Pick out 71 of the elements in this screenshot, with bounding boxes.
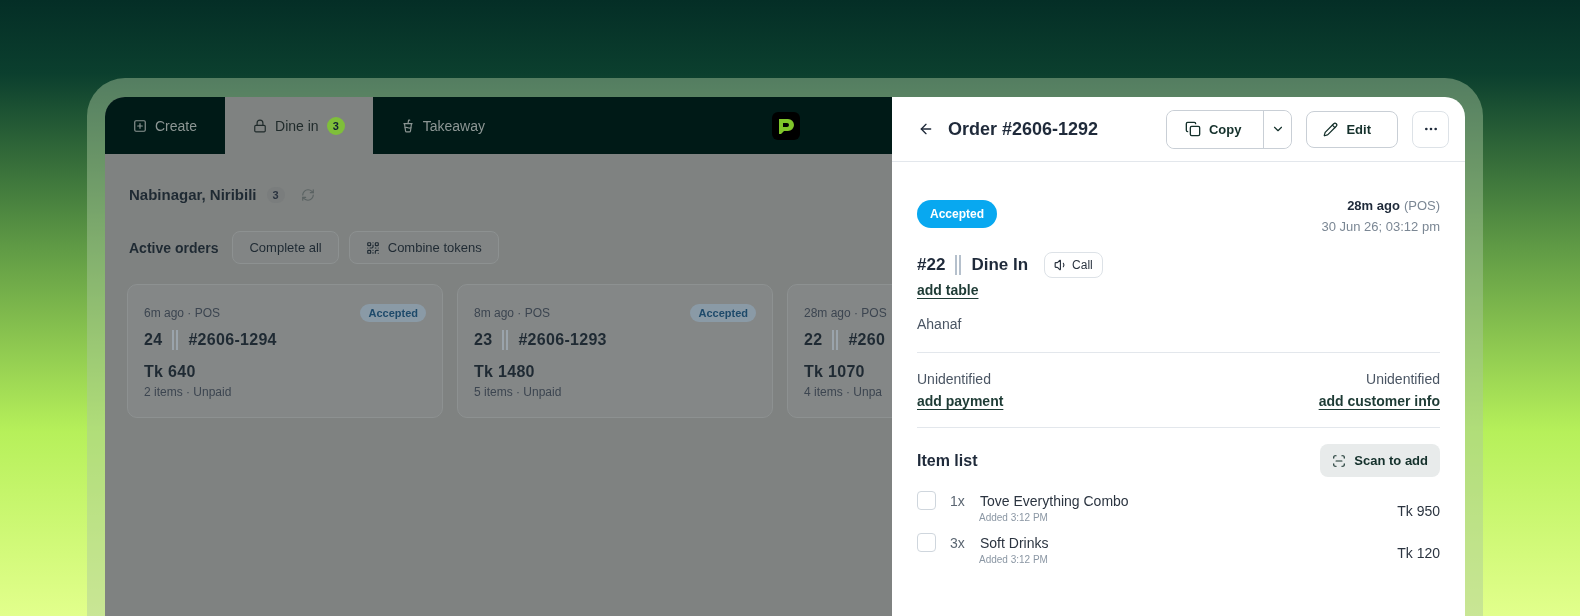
complete-all-button[interactable]: Complete all [232, 231, 339, 264]
add-customer-info-link[interactable]: add customer info [1318, 393, 1440, 409]
cup-icon [400, 118, 415, 133]
tab[interactable]: Create [105, 97, 226, 154]
payment-status: Unidentified [917, 371, 991, 387]
status-badge: Accepted [917, 200, 998, 228]
plus-square-icon [133, 118, 147, 133]
divider-bars-icon [170, 329, 181, 351]
divider-bars-icon [830, 329, 841, 351]
lock-icon [253, 118, 268, 133]
item-name: Tove Everything Combo [980, 492, 1129, 509]
token-number: #22 [917, 255, 946, 275]
token-number: 22 [804, 331, 823, 349]
time-ago: 28m ago [1347, 198, 1400, 213]
order-title: Order #2606-1292 [948, 118, 1099, 140]
divider-bars-icon [500, 329, 511, 351]
item-quantity: 1x [950, 492, 966, 509]
customer-name: Ahanaf [917, 316, 962, 332]
status-badge: Accepted [690, 304, 756, 322]
order-meta: 28m ago · POS [804, 306, 887, 320]
combine-tokens-button[interactable]: Combine tokens [348, 231, 499, 264]
item-checkbox[interactable] [917, 491, 936, 510]
token-number: 24 [144, 331, 163, 349]
item-price: Tk 120 [1397, 545, 1440, 561]
add-table-link[interactable]: add table [917, 282, 979, 298]
order-card[interactable]: 6m ago · POS Accepted 24 #2606-1294 Tk 640 2 items · Unpaid [127, 284, 443, 418]
order-date: 30 Jun 26; 03:12 pm [1321, 219, 1440, 234]
item-checkbox[interactable] [917, 533, 936, 552]
item-price: Tk 950 [1397, 503, 1440, 519]
copy-dropdown-button[interactable] [1263, 110, 1292, 148]
section-label: Active orders [129, 239, 219, 256]
edit-button[interactable]: Edit [1306, 110, 1398, 148]
tab[interactable]: Takeaway [372, 97, 513, 154]
copy-icon [1184, 121, 1201, 137]
item-added-time: Added 3:12 PM [979, 554, 1048, 565]
location-name: Nabinagar, Niribili [129, 186, 257, 203]
scan-icon [1332, 453, 1347, 468]
order-total: Tk 640 [144, 363, 197, 381]
refresh-icon[interactable] [300, 187, 315, 202]
tab-count-badge: 3 [326, 116, 345, 135]
pencil-icon [1323, 121, 1339, 137]
order-source: (POS) [1403, 198, 1440, 213]
order-type: Dine In [971, 255, 1029, 275]
item-added-time: Added 3:12 PM [979, 512, 1048, 523]
call-button[interactable]: Call [1044, 252, 1103, 278]
order-total: Tk 1070 [804, 363, 866, 381]
item-quantity: 3x [950, 534, 966, 551]
order-summary: 5 items · Unpaid [474, 385, 563, 399]
scan-to-add-button[interactable]: Scan to add [1320, 444, 1440, 477]
location-count: 3 [266, 186, 285, 203]
order-meta: 8m ago · POS [474, 306, 551, 320]
divider-bars-icon [953, 254, 964, 276]
order-number: #2606-1293 [518, 331, 607, 349]
item-name: Soft Drinks [980, 534, 1049, 551]
qr-code-icon [365, 240, 380, 255]
order-total: Tk 1480 [474, 363, 536, 381]
order-card[interactable]: 28m ago · POS 22 #260 Tk 1070 4 items · Unpa [787, 284, 892, 418]
item-list-title: Item list [917, 451, 978, 470]
order-number: #260 [848, 331, 886, 349]
order-number: #2606-1294 [188, 331, 277, 349]
token-number: 23 [474, 331, 493, 349]
tab[interactable]: Dine in 3 [225, 97, 373, 154]
status-badge: Accepted [360, 304, 426, 322]
more-button[interactable] [1412, 110, 1449, 148]
order-card[interactable]: 8m ago · POS Accepted 23 #2606-1293 Tk 1480 5 items · Unpaid [457, 284, 773, 418]
logo-icon [772, 111, 800, 140]
order-summary: 2 items · Unpaid [144, 385, 233, 399]
add-payment-link[interactable]: add payment [917, 393, 1004, 409]
order-meta: 6m ago · POS [144, 306, 221, 320]
customer-status: Unidentified [1366, 371, 1440, 387]
order-summary: 4 items · Unpa [804, 385, 884, 399]
